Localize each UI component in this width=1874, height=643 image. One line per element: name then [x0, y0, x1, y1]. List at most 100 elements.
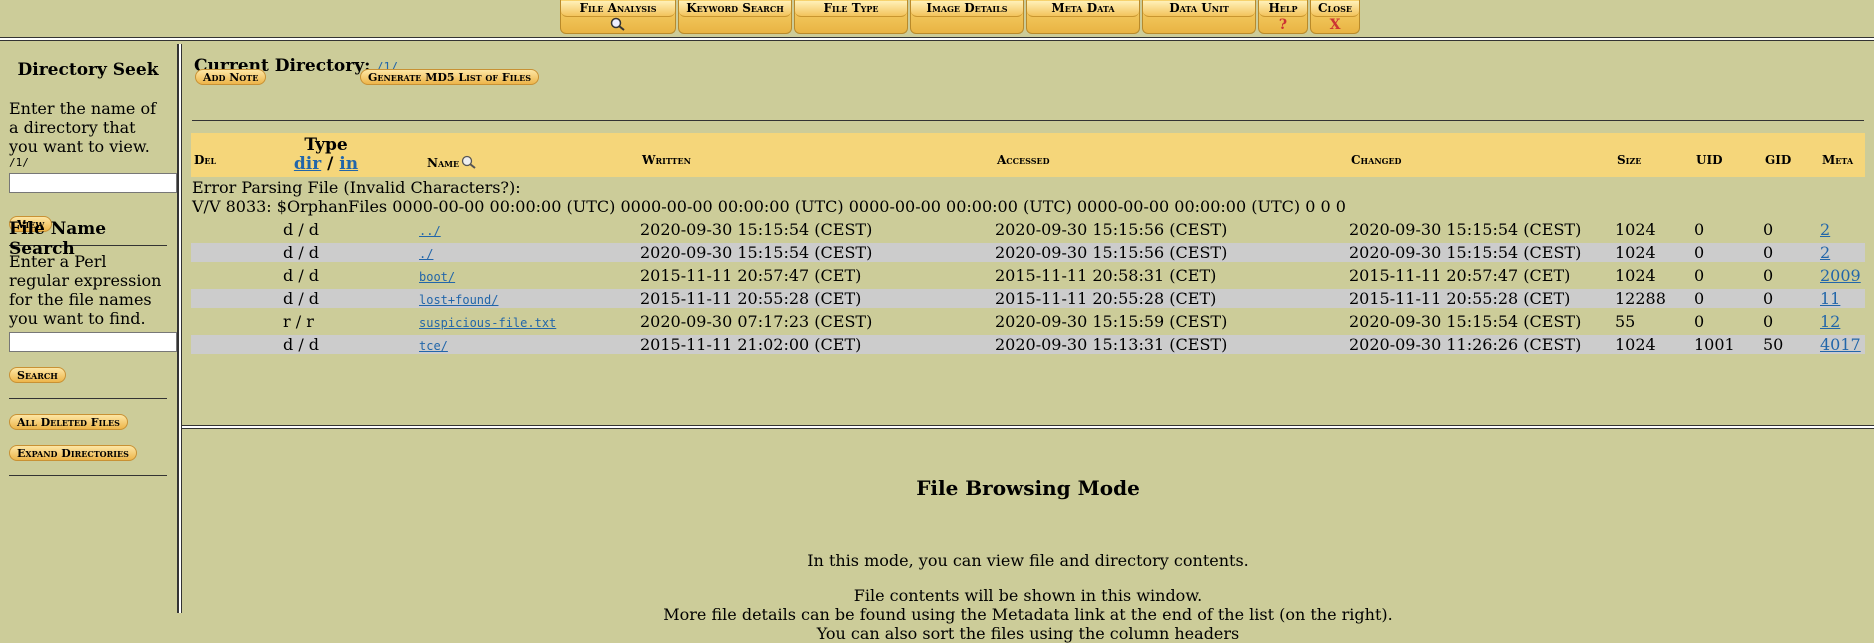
close-button[interactable]: Close X: [1310, 0, 1360, 34]
info-text-4: You can also sort the files using the co…: [816, 624, 1240, 643]
magnifier-icon: [561, 17, 675, 35]
row-gid: 0: [1763, 266, 1774, 285]
row-type: d / d: [283, 289, 320, 308]
row-uid: 0: [1694, 243, 1705, 262]
directory-seek-current: /1/: [9, 156, 29, 169]
generate-md5-button[interactable]: Generate MD5 List of Files: [360, 69, 539, 85]
row-accessed: 2020-09-30 15:15:56 (CEST): [995, 220, 1228, 239]
close-button-label: Close: [1311, 1, 1359, 17]
row-written: 2020-09-30 07:17:23 (CEST): [640, 312, 873, 331]
row-gid: 0: [1763, 312, 1774, 331]
row-changed: 2020-09-30 15:15:54 (CEST): [1349, 220, 1582, 239]
row-size: 1024: [1615, 266, 1656, 285]
col-type-dir-link[interactable]: dir: [294, 154, 321, 174]
row-gid: 0: [1763, 289, 1774, 308]
col-name[interactable]: Name: [427, 153, 477, 170]
row-name-link[interactable]: lost+found/: [419, 293, 498, 307]
row-name-link[interactable]: boot/: [419, 270, 455, 284]
table-row: d / d ../ 2020-09-30 15:15:54 (CEST) 202…: [191, 220, 1865, 239]
table-row: d / d lost+found/ 2015-11-11 20:55:28 (C…: [191, 289, 1865, 308]
magnifier-icon: [460, 155, 478, 172]
col-written[interactable]: Written: [642, 153, 691, 167]
file-name-search-description: Enter a Perl regular expression for the …: [9, 252, 162, 328]
info-text-3: More file details can be found using the…: [663, 605, 1393, 624]
tab-image-details[interactable]: Image Details: [910, 0, 1024, 34]
row-changed: 2020-09-30 11:26:26 (CEST): [1349, 335, 1582, 354]
row-gid: 50: [1763, 335, 1784, 354]
row-written: 2015-11-11 20:57:47 (CET): [640, 266, 862, 285]
row-meta-link[interactable]: 2009: [1820, 266, 1861, 285]
table-row: d / d boot/ 2015-11-11 20:57:47 (CET) 20…: [191, 266, 1865, 285]
all-deleted-files-button[interactable]: All Deleted Files: [9, 414, 128, 430]
col-gid[interactable]: GID: [1765, 153, 1791, 167]
row-meta-link[interactable]: 4017: [1820, 335, 1861, 354]
col-size[interactable]: Size: [1617, 153, 1641, 167]
col-type: Type dir / in: [291, 135, 361, 173]
row-type: r / r: [283, 312, 314, 331]
row-uid: 0: [1694, 289, 1705, 308]
row-meta-link[interactable]: 2: [1820, 220, 1830, 239]
tab-file-type[interactable]: File Type: [794, 0, 908, 34]
row-name-link[interactable]: suspicious-file.txt: [419, 316, 556, 330]
expand-directories-button[interactable]: Expand Directories: [9, 445, 137, 461]
vertical-divider: [177, 44, 182, 613]
row-meta-link[interactable]: 12: [1820, 312, 1840, 331]
tab-image-details-label: Image Details: [911, 1, 1023, 17]
row-written: 2020-09-30 15:15:54 (CEST): [640, 243, 873, 262]
tab-meta-data-label: Meta Data: [1027, 1, 1139, 17]
row-accessed: 2015-11-11 20:55:28 (CET): [995, 289, 1217, 308]
row-name-link[interactable]: ../: [419, 224, 441, 238]
row-size: 1024: [1615, 335, 1656, 354]
close-icon: X: [1329, 17, 1341, 33]
tab-keyword-search-label: Keyword Search: [679, 1, 791, 17]
row-meta-link[interactable]: 2: [1820, 243, 1830, 262]
directory-input[interactable]: [9, 173, 177, 193]
tab-keyword-search[interactable]: Keyword Search: [678, 0, 792, 34]
row-gid: 0: [1763, 243, 1774, 262]
directory-seek-title: Directory Seek: [17, 60, 159, 80]
table-row: d / d ./ 2020-09-30 15:15:54 (CEST) 2020…: [191, 243, 1865, 262]
tab-meta-data[interactable]: Meta Data: [1026, 0, 1140, 34]
info-text-2: File contents will be shown in this wind…: [853, 586, 1203, 605]
info-title: File Browsing Mode: [916, 476, 1140, 500]
help-button[interactable]: Help ?: [1258, 0, 1308, 34]
row-meta-link[interactable]: 11: [1820, 289, 1840, 308]
error-line-1: Error Parsing File (Invalid Characters?)…: [192, 178, 521, 197]
row-size: 55: [1615, 312, 1636, 331]
row-name-link[interactable]: tce/: [419, 339, 448, 353]
row-type: d / d: [283, 220, 320, 239]
add-note-button[interactable]: Add Note: [195, 69, 267, 85]
row-written: 2020-09-30 15:15:54 (CEST): [640, 220, 873, 239]
left-divider: [9, 398, 167, 399]
col-type-in-link[interactable]: in: [339, 154, 358, 174]
left-divider: [9, 475, 167, 476]
col-type-title: Type: [304, 135, 348, 155]
tab-data-unit[interactable]: Data Unit: [1142, 0, 1256, 34]
row-changed: 2015-11-11 20:55:28 (CET): [1349, 289, 1571, 308]
row-name-link[interactable]: ./: [419, 247, 433, 261]
row-accessed: 2020-09-30 15:15:59 (CEST): [995, 312, 1228, 331]
row-uid: 0: [1694, 266, 1705, 285]
col-name-label: Name: [427, 156, 460, 170]
row-changed: 2020-09-30 15:15:54 (CEST): [1349, 243, 1582, 262]
search-button[interactable]: Search: [9, 367, 66, 383]
help-button-label: Help: [1259, 1, 1307, 17]
row-gid: 0: [1763, 220, 1774, 239]
tab-file-type-label: File Type: [795, 1, 907, 17]
col-meta[interactable]: Meta: [1822, 153, 1853, 167]
tab-file-analysis-label: File Analysis: [561, 1, 675, 17]
row-size: 1024: [1615, 243, 1656, 262]
row-accessed: 2020-09-30 15:13:31 (CEST): [995, 335, 1228, 354]
col-accessed[interactable]: Accessed: [997, 153, 1050, 167]
row-type: d / d: [283, 335, 320, 354]
col-uid[interactable]: UID: [1696, 153, 1722, 167]
tab-file-analysis[interactable]: File Analysis: [560, 0, 676, 34]
file-name-search-input[interactable]: [9, 332, 177, 352]
col-changed[interactable]: Changed: [1351, 153, 1402, 167]
directory-seek-description: Enter the name of a directory that you w…: [9, 99, 157, 156]
row-changed: 2015-11-11 20:57:47 (CET): [1349, 266, 1571, 285]
row-uid: 1001: [1694, 335, 1735, 354]
row-changed: 2020-09-30 15:15:54 (CEST): [1349, 312, 1582, 331]
col-del[interactable]: Del: [194, 153, 216, 167]
row-written: 2015-11-11 21:02:00 (CET): [640, 335, 862, 354]
